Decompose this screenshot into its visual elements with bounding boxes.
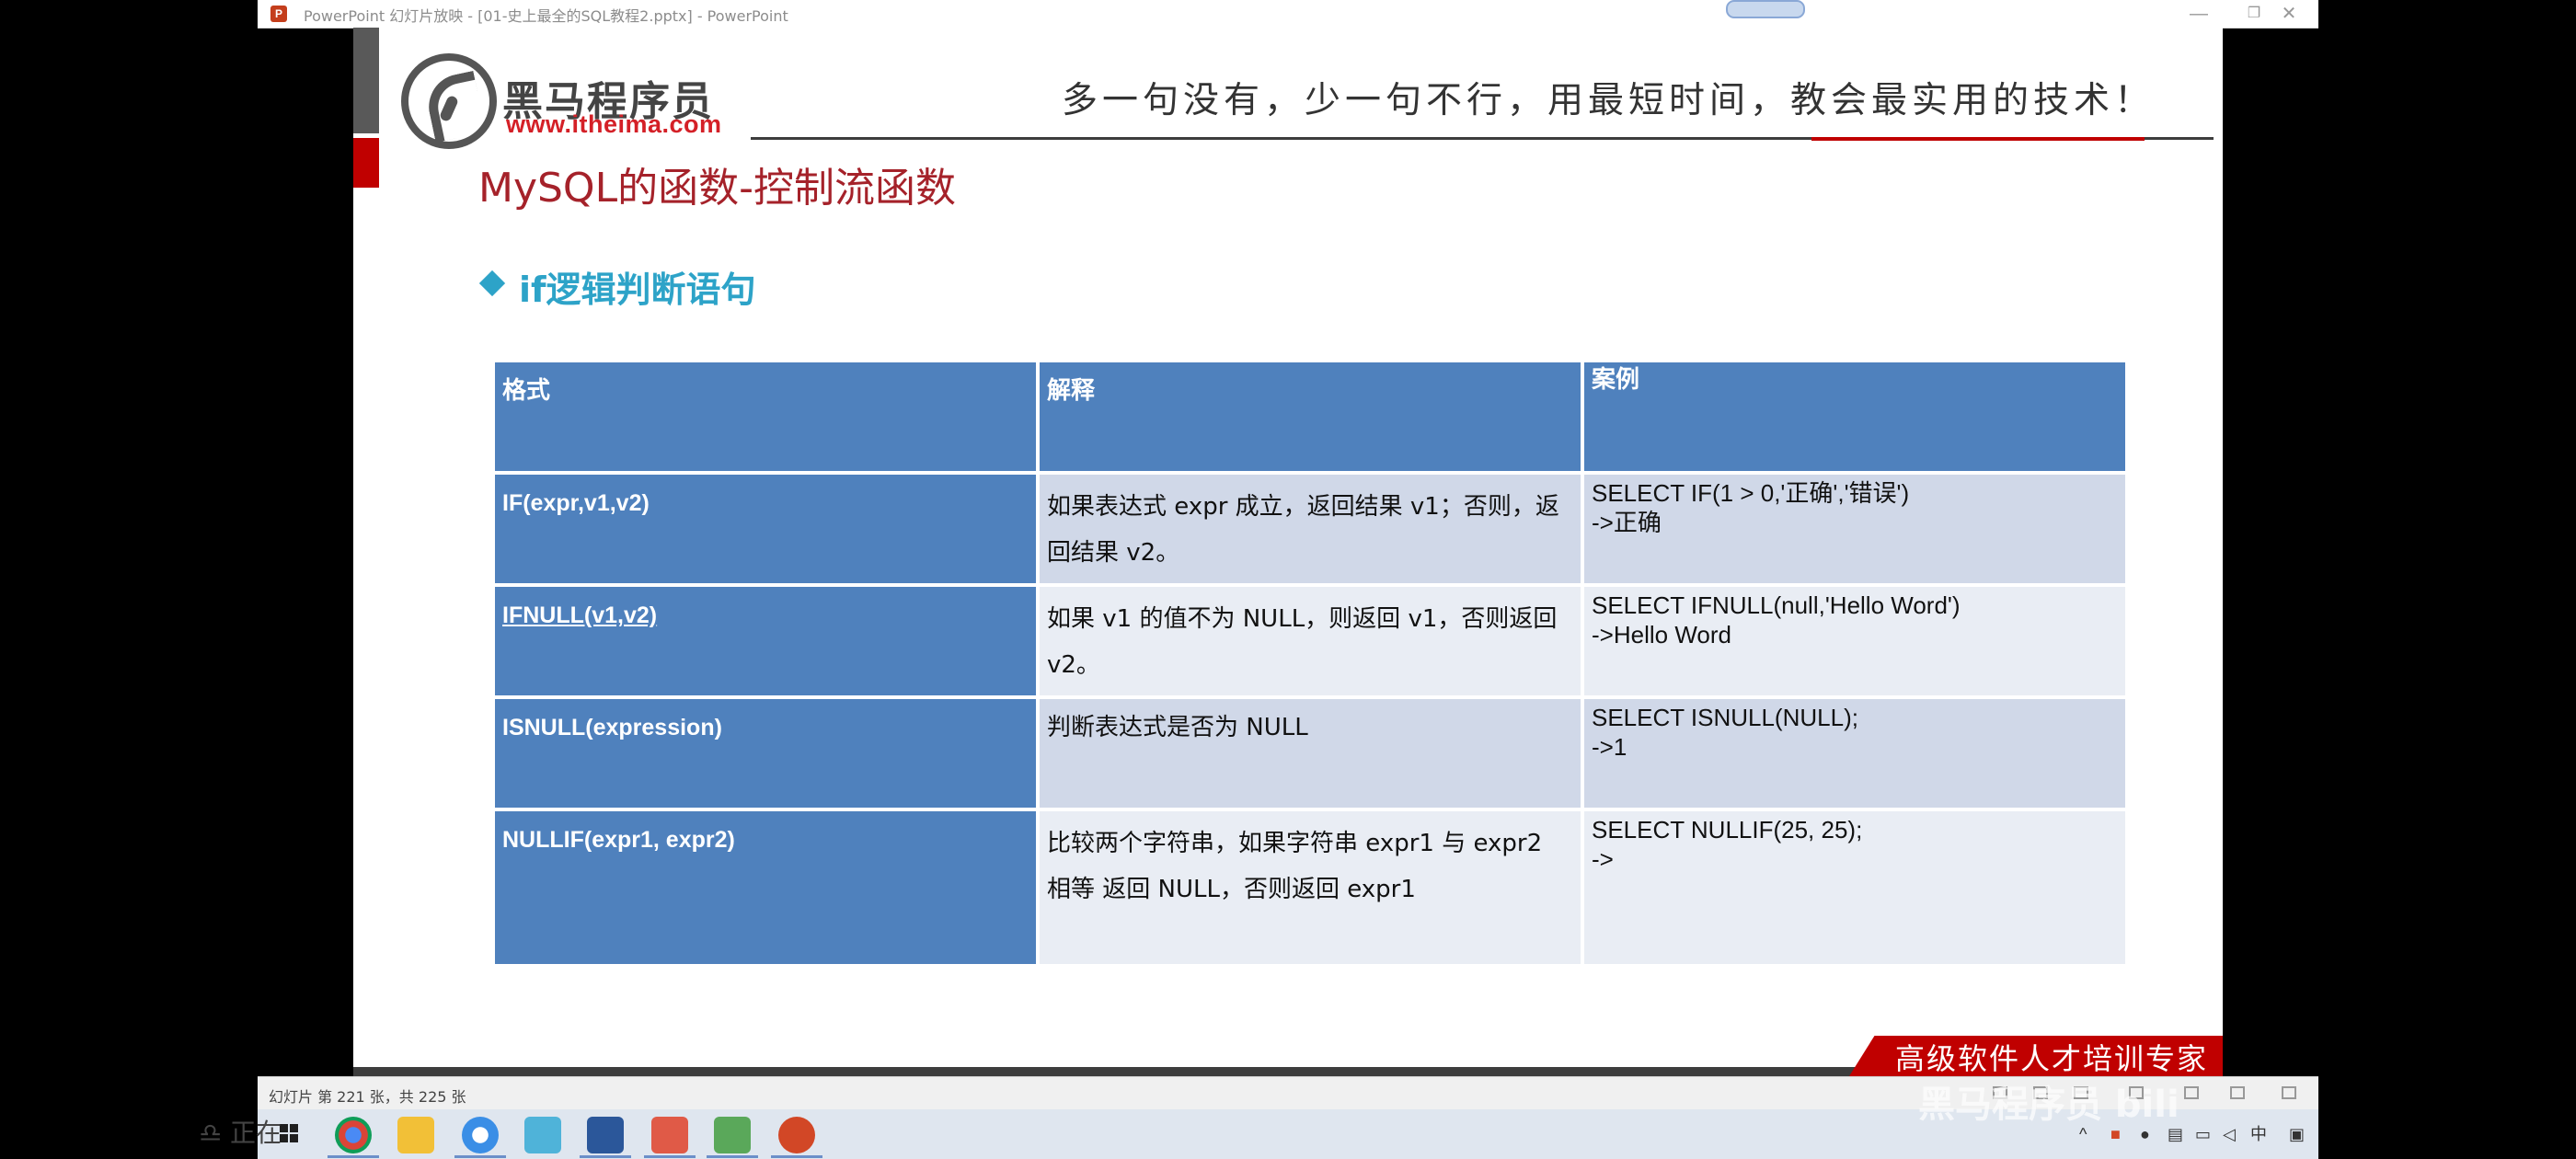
logo-url: www.itheima.com (506, 110, 722, 138)
table-cell-explain: 如果 v1 的值不为 NULL，则返回 v1，否则返回 v2。 (1040, 587, 1581, 695)
tray-app-icon[interactable]: ■ (2110, 1126, 2121, 1142)
app-icon[interactable] (524, 1117, 561, 1153)
battery-icon[interactable]: ▭ (2195, 1126, 2211, 1142)
title-bar: P PowerPoint 幻灯片放映 - [01-史上最全的SQL教程2.ppt… (258, 0, 2318, 29)
side-overlay-text: ♎ 正在 (199, 1118, 282, 1148)
chrome-active-indicator (328, 1155, 379, 1158)
footer-tagline: 高级软件人才培训专家 (1895, 1041, 2209, 1076)
example-result: -> (1592, 845, 1614, 873)
slideshow-view-icon[interactable] (2230, 1086, 2245, 1099)
table-cell-format[interactable]: IFNULL(v1,v2) (495, 587, 1036, 695)
close-button[interactable]: ✕ (2261, 0, 2317, 28)
editor-icon[interactable] (651, 1117, 688, 1153)
editor-active-indicator (644, 1155, 696, 1158)
powerpoint-active-indicator (771, 1155, 822, 1158)
file-explorer-icon[interactable] (397, 1117, 434, 1153)
fit-slide-icon[interactable] (2282, 1086, 2296, 1099)
word-icon[interactable] (587, 1117, 624, 1153)
example-query: SELECT NULLIF(25, 25); (1592, 816, 1863, 843)
image-app-icon[interactable] (714, 1117, 751, 1153)
slide: 黑马程序员 www.itheima.com 多一句没有，少一句不行，用最短时间，… (353, 28, 2223, 1076)
input-method-icon[interactable]: 中 (2250, 1126, 2267, 1142)
table-cell-explain: 比较两个字符串，如果字符串 expr1 与 expr2 相等 返回 NULL，否… (1040, 811, 1581, 964)
watermark-overlay: 黑马程序员 bili (1918, 1084, 2179, 1126)
example-result: ->1 (1592, 733, 1627, 761)
slide-counter: 幻灯片 第 221 张，共 225 张 (269, 1088, 466, 1106)
grid-view-icon[interactable] (2184, 1086, 2199, 1099)
example-query: SELECT IFNULL(null,'Hello Word') (1592, 591, 1961, 619)
left-accent-bar-red (353, 138, 379, 188)
image-app-active-indicator (707, 1155, 758, 1158)
left-accent-bar-gray (353, 28, 379, 133)
table-cell-format: IF(expr,v1,v2) (495, 475, 1036, 583)
table-cell-explain: 判断表达式是否为 NULL (1040, 699, 1581, 808)
slogan: 多一句没有，少一句不行，用最短时间，教会最实用的技术！ (1062, 80, 2156, 121)
table-cell-format: NULLIF(expr1, expr2) (495, 811, 1036, 964)
network-icon[interactable]: ▤ (2168, 1126, 2183, 1142)
function-table: 格式 解释 案例 IF(expr,v1,v2) 如果表达式 expr 成立，返回… (495, 362, 2125, 993)
minimize-button[interactable]: — (2171, 0, 2226, 28)
windows-start-icon[interactable] (280, 1124, 298, 1142)
table-cell-example: SELECT IF(1 > 0,'正确','错误') ->正确 (1584, 475, 2125, 583)
example-query: SELECT ISNULL(NULL); (1592, 704, 1858, 731)
chrome-icon[interactable] (335, 1117, 372, 1153)
word-active-indicator (580, 1155, 631, 1158)
browser-active-indicator (454, 1155, 506, 1158)
microphone-icon[interactable]: ● (2140, 1126, 2150, 1142)
example-query: SELECT IF(1 > 0,'正确','错误') (1592, 479, 1910, 507)
horse-logo-icon (401, 53, 497, 149)
powerpoint-window: P PowerPoint 幻灯片放映 - [01-史上最全的SQL教程2.ppt… (258, 0, 2318, 1159)
browser-icon[interactable] (462, 1117, 499, 1153)
chevron-up-icon[interactable]: ^ (2079, 1126, 2087, 1142)
table-cell-example: SELECT ISNULL(NULL); ->1 (1584, 699, 2125, 808)
notification-icon[interactable]: ▣ (2289, 1126, 2305, 1142)
header-divider-accent (1811, 137, 2145, 141)
example-result: ->Hello Word (1592, 621, 1731, 648)
table-cell-explain: 如果表达式 expr 成立，返回结果 v1；否则，返回结果 v2。 (1040, 475, 1581, 583)
slideshow-toggle-pill[interactable] (1726, 0, 1805, 18)
slide-subtitle: if逻辑判断语句 (519, 270, 756, 310)
example-result: ->正确 (1592, 509, 1662, 536)
table-header-explain: 解释 (1040, 362, 1581, 471)
powerpoint-taskbar-icon[interactable] (778, 1117, 815, 1153)
diamond-bullet-icon (478, 270, 506, 297)
table-cell-example: SELECT NULLIF(25, 25); -> (1584, 811, 2125, 964)
volume-icon[interactable]: ◁ (2223, 1126, 2236, 1142)
window-title: PowerPoint 幻灯片放映 - [01-史上最全的SQL教程2.pptx]… (304, 7, 788, 25)
table-header-format: 格式 (495, 362, 1036, 471)
table-cell-example: SELECT IFNULL(null,'Hello Word') ->Hello… (1584, 587, 2125, 695)
table-cell-format: ISNULL(expression) (495, 699, 1036, 808)
slide-title: MySQL的函数-控制流函数 (478, 165, 956, 212)
table-header-example: 案例 (1584, 362, 2125, 471)
powerpoint-icon: P (270, 6, 287, 22)
